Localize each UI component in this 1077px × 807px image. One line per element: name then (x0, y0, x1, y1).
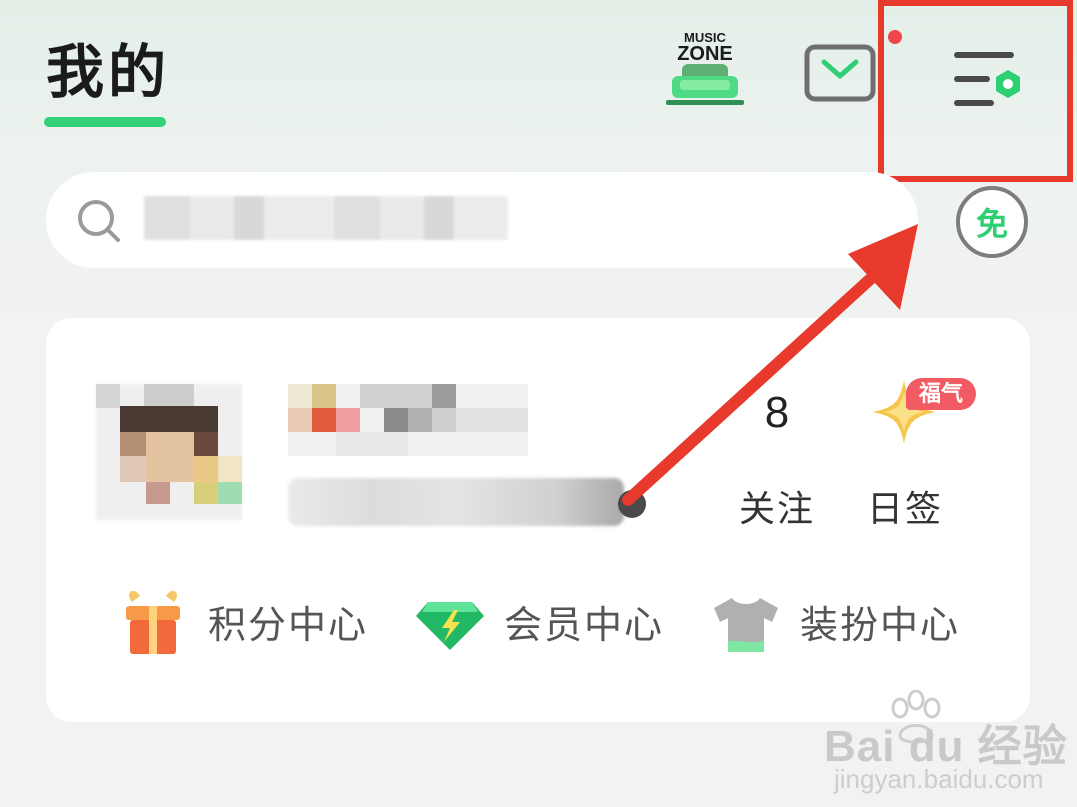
dress-up-center-link[interactable]: 装扮中心 (800, 602, 960, 650)
watermark-url: jingyan.baidu.com (834, 764, 1044, 794)
settings-menu-button[interactable] (878, 0, 1073, 182)
music-zone-bottom-text: ZONE (677, 43, 733, 65)
mail-button[interactable] (804, 44, 876, 102)
follow-label[interactable]: 关注 (734, 480, 820, 532)
user-subtitle-blurred (288, 478, 624, 526)
search-icon (74, 196, 124, 246)
music-zone-button[interactable]: MUSIC ZONE (662, 26, 748, 110)
points-center-link[interactable]: 积分中心 (208, 602, 368, 650)
daily-sign-label[interactable]: 日签 (862, 480, 948, 532)
free-mode-button[interactable]: 免 (956, 186, 1028, 258)
title-underline (44, 117, 166, 127)
diamond-icon[interactable] (414, 598, 486, 652)
search-placeholder-blurred (144, 196, 508, 240)
sofa-icon: MUSIC ZONE (666, 30, 744, 105)
shirt-icon[interactable] (708, 594, 784, 656)
vip-center-link[interactable]: 会员中心 (504, 602, 664, 650)
username-blurred (288, 384, 528, 456)
gift-icon[interactable] (120, 586, 186, 656)
avatar[interactable] (96, 384, 242, 520)
envelope-icon (804, 44, 876, 102)
fortune-badge: 福气 (906, 378, 976, 410)
follow-count[interactable]: 8 (740, 388, 814, 438)
page-title: 我的 (46, 40, 171, 105)
menu-settings-icon (954, 52, 1020, 106)
